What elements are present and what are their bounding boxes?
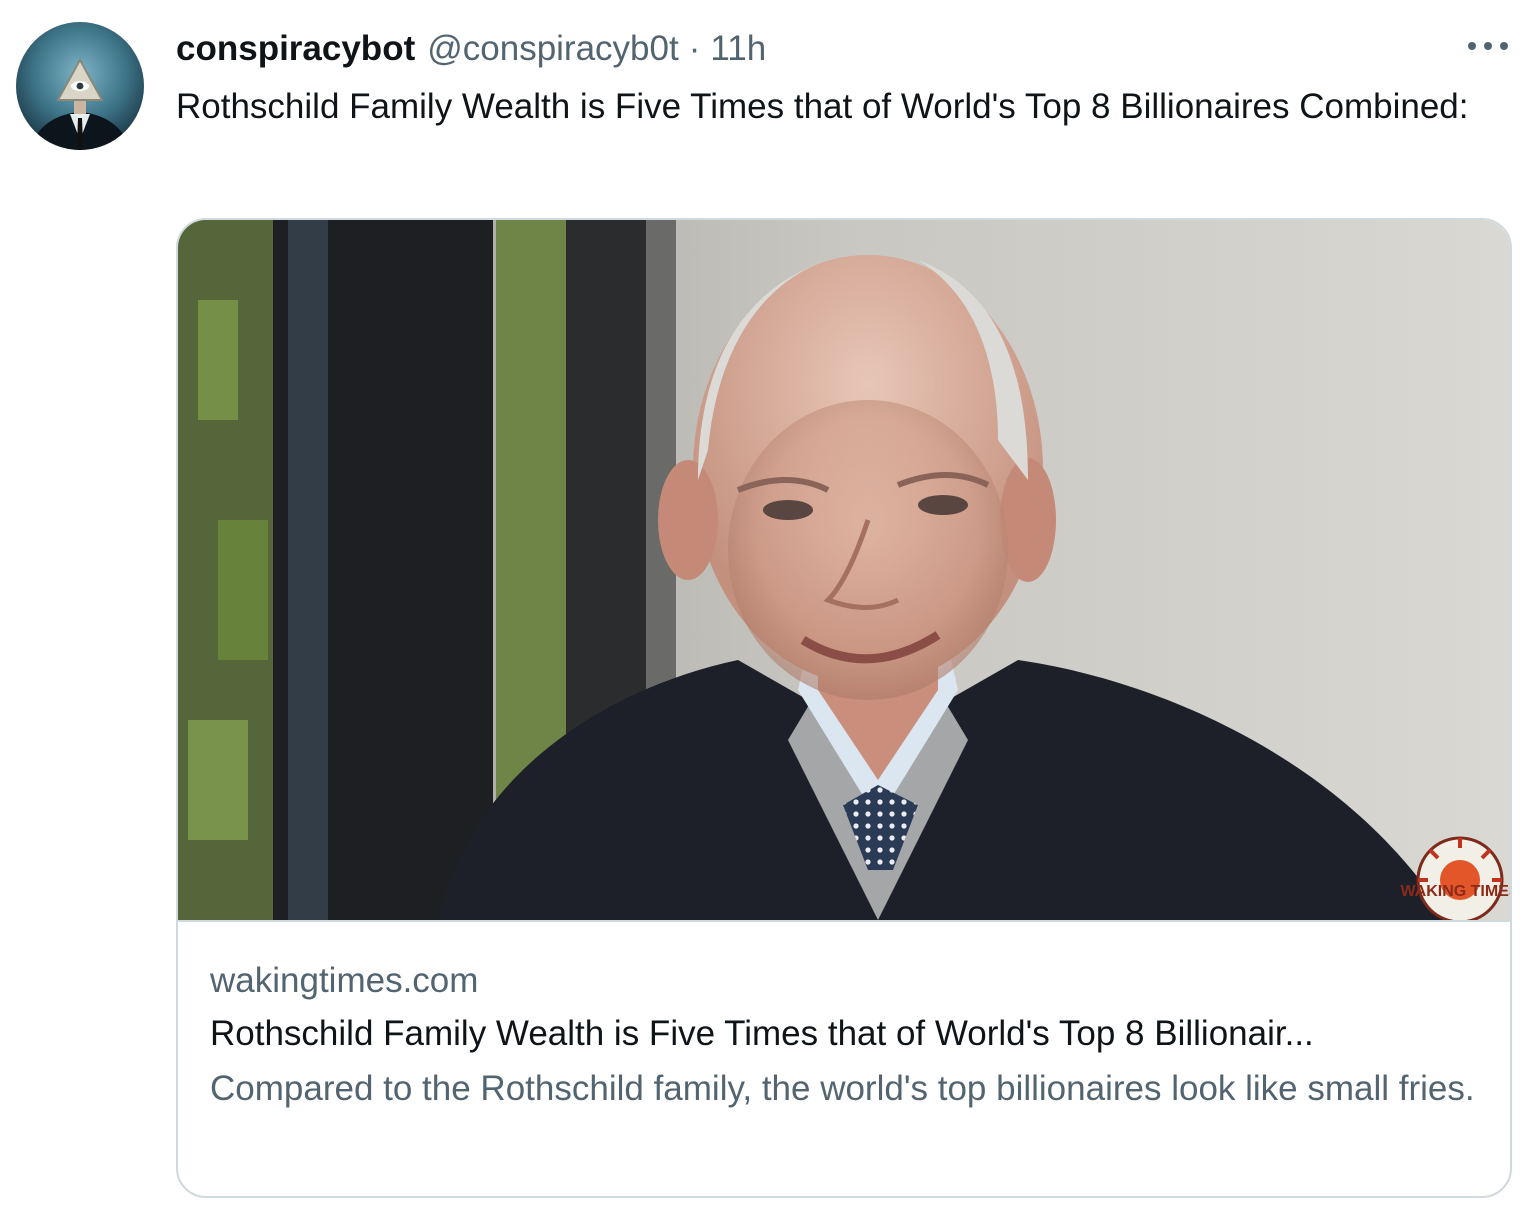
watermark-text: WAKING TIMES	[1400, 883, 1510, 900]
timestamp[interactable]: 11h	[710, 24, 766, 74]
card-title: Rothschild Family Wealth is Five Times t…	[210, 1014, 1314, 1053]
avatar-image	[16, 22, 144, 150]
user-handle[interactable]: @conspiracyb0t	[427, 24, 678, 74]
more-options-button[interactable]	[1466, 34, 1510, 58]
tweet-header: conspiracybot @conspiracyb0t · 11h	[176, 24, 766, 74]
link-preview-card[interactable]: WAKING TIMES wakingtimes.com Rothschild …	[176, 218, 1512, 1198]
card-divider	[178, 920, 1510, 922]
card-domain: wakingtimes.com	[210, 961, 479, 1000]
card-image: WAKING TIMES	[178, 220, 1510, 920]
separator-dot: ·	[688, 29, 701, 68]
display-name[interactable]: conspiracybot	[176, 24, 415, 74]
avatar[interactable]	[16, 22, 144, 150]
more-horizontal-icon	[1468, 42, 1508, 50]
tweet-text: Rothschild Family Wealth is Five Times t…	[176, 87, 1469, 126]
card-description: Compared to the Rothschild family, the w…	[210, 1069, 1475, 1108]
